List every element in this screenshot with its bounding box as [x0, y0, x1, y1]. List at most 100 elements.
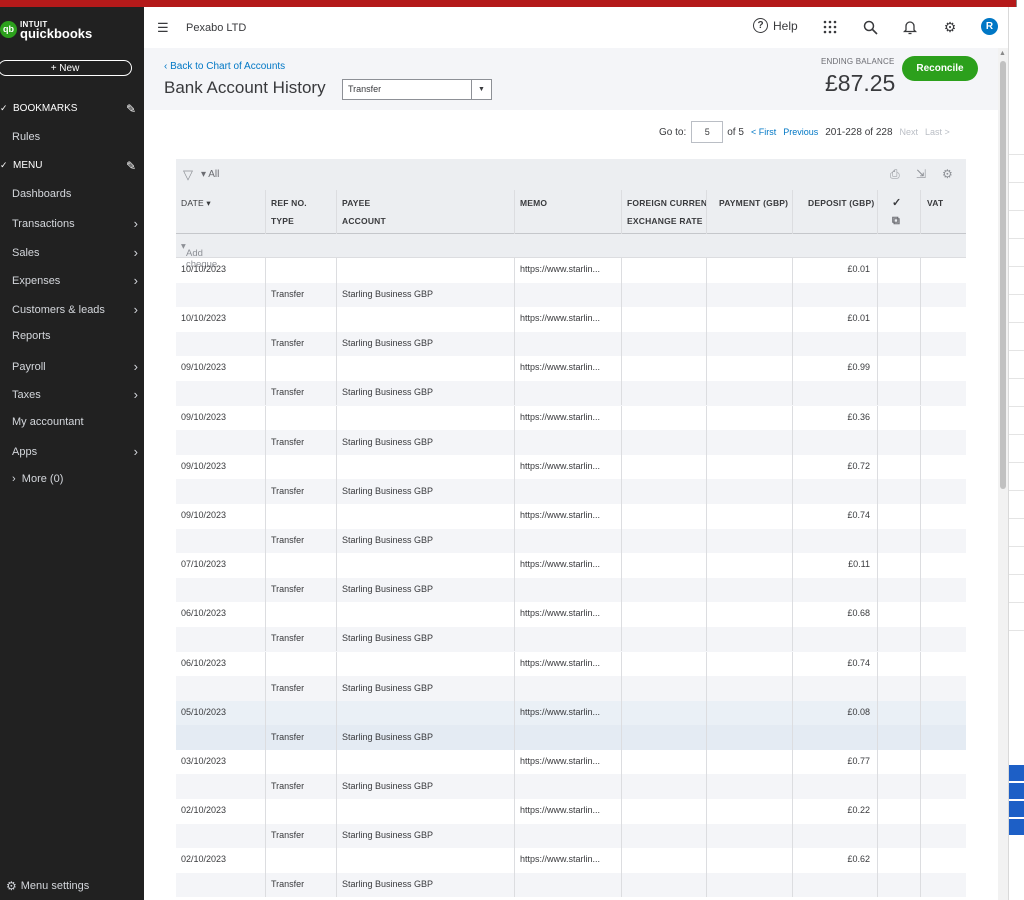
column-divider: [336, 258, 337, 307]
bookmarks-label: BOOKMARKS: [13, 103, 78, 114]
column-divider: [621, 553, 622, 603]
col-payment[interactable]: PAYMENT (GBP): [719, 198, 788, 208]
col-date[interactable]: DATE ▾: [181, 198, 211, 209]
first-page-link[interactable]: < First: [751, 127, 776, 137]
search-icon[interactable]: [861, 18, 879, 36]
last-page-link[interactable]: Last >: [925, 127, 950, 137]
column-divider: [792, 190, 793, 234]
cell-memo: https://www.starlin...: [520, 755, 601, 766]
account-select[interactable]: Transfer ▼: [342, 79, 492, 100]
sidebar-item-customers-leads[interactable]: Customers & leads ›: [12, 302, 138, 317]
sidebar-item-rules[interactable]: Rules: [12, 131, 138, 143]
export-icon[interactable]: ⇲: [916, 167, 926, 181]
page-scrollbar[interactable]: ▲: [998, 48, 1008, 900]
reconcile-button[interactable]: Reconcile: [902, 56, 978, 81]
next-page-link[interactable]: Next: [900, 127, 919, 137]
sidebar-item-apps[interactable]: Apps ›: [12, 444, 138, 459]
column-divider: [792, 258, 793, 307]
sidebar-item-my-accountant[interactable]: My accountant: [12, 416, 138, 428]
column-divider: [706, 454, 707, 504]
add-cheque-dropdown[interactable]: Add cheque ▾: [181, 241, 217, 270]
edit-menu-icon[interactable]: ✎: [126, 159, 136, 173]
table-row[interactable]: 09/10/2023 https://www.starlin... £0.36 Tra…: [176, 405, 966, 455]
filter-icon[interactable]: ▽: [183, 167, 193, 183]
cell-account: Starling Business GBP: [342, 289, 434, 299]
chevron-right-icon: ›: [133, 444, 138, 459]
new-button[interactable]: + New: [0, 60, 132, 76]
chevron-down-icon: ✓: [0, 160, 8, 170]
cell-deposit: £0.08: [847, 706, 870, 717]
col-exchange-rate[interactable]: EXCHANGE RATE: [627, 216, 703, 226]
cell-type: Transfer: [271, 879, 305, 890]
ending-balance-value: £87.25: [825, 70, 896, 96]
divider: [1009, 210, 1024, 211]
chevron-right-icon: ›: [133, 245, 138, 260]
table-row[interactable]: 10/10/2023 https://www.starlin... £0.01 Tra…: [176, 307, 966, 357]
table-row[interactable]: 07/10/2023 https://www.starlin... £0.11 Tra…: [176, 553, 966, 603]
table-row[interactable]: 05/10/2023 https://www.starlin... £0.08 Tra…: [176, 700, 966, 750]
sidebar-item-taxes[interactable]: Taxes ›: [12, 387, 138, 402]
table-row[interactable]: 06/10/2023 https://www.starlin... £0.68 Tra…: [176, 602, 966, 652]
table-row[interactable]: 02/10/2023 https://www.starlin... £0.22 Tra…: [176, 799, 966, 849]
column-divider: [336, 848, 337, 898]
quickbooks-logo[interactable]: qb INTUIT quickbooks: [0, 20, 92, 40]
gear-icon[interactable]: ⚙: [942, 167, 953, 181]
table-row[interactable]: 03/10/2023 https://www.starlin... £0.77 Tra…: [176, 749, 966, 800]
gear-icon[interactable]: ⚙: [941, 18, 959, 36]
sidebar-item-expenses[interactable]: Expenses ›: [12, 273, 138, 288]
scrollbar-thumb[interactable]: [1000, 61, 1006, 489]
table-row[interactable]: 09/10/2023 https://www.starlin... £0.72 Tra…: [176, 454, 966, 504]
scroll-up-icon[interactable]: ▲: [999, 50, 1006, 57]
bookmarks-header[interactable]: ✓ BOOKMARKS ✎: [0, 102, 138, 116]
avatar[interactable]: R: [981, 18, 998, 35]
sidebar-item-more[interactable]: › More (0): [12, 473, 63, 485]
adjacent-window-edge: [1008, 7, 1024, 900]
sidebar-item-sales[interactable]: Sales ›: [12, 245, 138, 260]
cell-memo: https://www.starlin...: [520, 706, 601, 717]
apps-grid-icon[interactable]: [821, 18, 839, 36]
column-divider: [877, 749, 878, 799]
sidebar-item-transactions[interactable]: Transactions ›: [12, 216, 138, 231]
col-type[interactable]: TYPE: [271, 216, 294, 226]
table-row[interactable]: 10/10/2023 https://www.starlin... £0.01 Tra…: [176, 258, 966, 308]
col-deposit[interactable]: DEPOSIT (GBP): [808, 198, 874, 208]
add-cheque-row[interactable]: Add cheque ▾: [176, 234, 966, 270]
col-payee[interactable]: PAYEE: [342, 198, 370, 208]
column-divider: [336, 700, 337, 750]
sidebar-item-reports[interactable]: Reports: [12, 330, 138, 342]
collapse-menu-icon[interactable]: ☰: [157, 20, 169, 36]
chevron-right-icon: ›: [133, 302, 138, 317]
table-row[interactable]: 06/10/2023 https://www.starlin... £0.74 Tra…: [176, 651, 966, 701]
col-check[interactable]: ✓: [892, 196, 901, 209]
column-divider: [792, 602, 793, 652]
column-divider: [514, 307, 515, 357]
column-divider: [621, 307, 622, 357]
sidebar-item-dashboards[interactable]: Dashboards: [12, 188, 138, 200]
divider: [1009, 518, 1024, 519]
column-divider: [792, 799, 793, 849]
help-button[interactable]: ? Help: [753, 18, 798, 33]
print-icon[interactable]: ⎙: [890, 167, 900, 182]
table-row[interactable]: 09/10/2023 https://www.starlin... £0.99 Tra…: [176, 356, 966, 406]
column-divider: [706, 749, 707, 799]
menu-settings[interactable]: ⚙ Menu settings: [6, 879, 89, 893]
copy-icon[interactable]: ⧉: [892, 215, 900, 228]
column-divider: [336, 307, 337, 357]
table-row[interactable]: 09/10/2023 https://www.starlin... £0.74 Tra…: [176, 503, 966, 554]
bell-icon[interactable]: [901, 18, 919, 36]
cell-deposit: £0.68: [847, 608, 870, 619]
col-foreign-currency[interactable]: FOREIGN CURRENC: [627, 198, 706, 208]
sidebar-item-payroll[interactable]: Payroll ›: [12, 359, 138, 374]
col-ref-no[interactable]: REF NO.: [271, 198, 307, 208]
table-row[interactable]: 02/10/2023 https://www.starlin... £0.62 Tra…: [176, 848, 966, 898]
col-account[interactable]: ACCOUNT: [342, 216, 386, 226]
edit-bookmarks-icon[interactable]: ✎: [126, 102, 136, 116]
filter-dropdown[interactable]: ▾ All: [201, 169, 219, 180]
column-divider: [514, 749, 515, 799]
col-vat[interactable]: VAT: [927, 198, 943, 208]
col-memo[interactable]: MEMO: [520, 198, 547, 208]
menu-header[interactable]: ✓ MENU ✎: [0, 159, 138, 173]
previous-page-link[interactable]: Previous: [783, 127, 818, 137]
goto-page-input[interactable]: 5: [691, 121, 724, 143]
back-to-chart-link[interactable]: ‹ Back to Chart of Accounts: [164, 61, 285, 72]
